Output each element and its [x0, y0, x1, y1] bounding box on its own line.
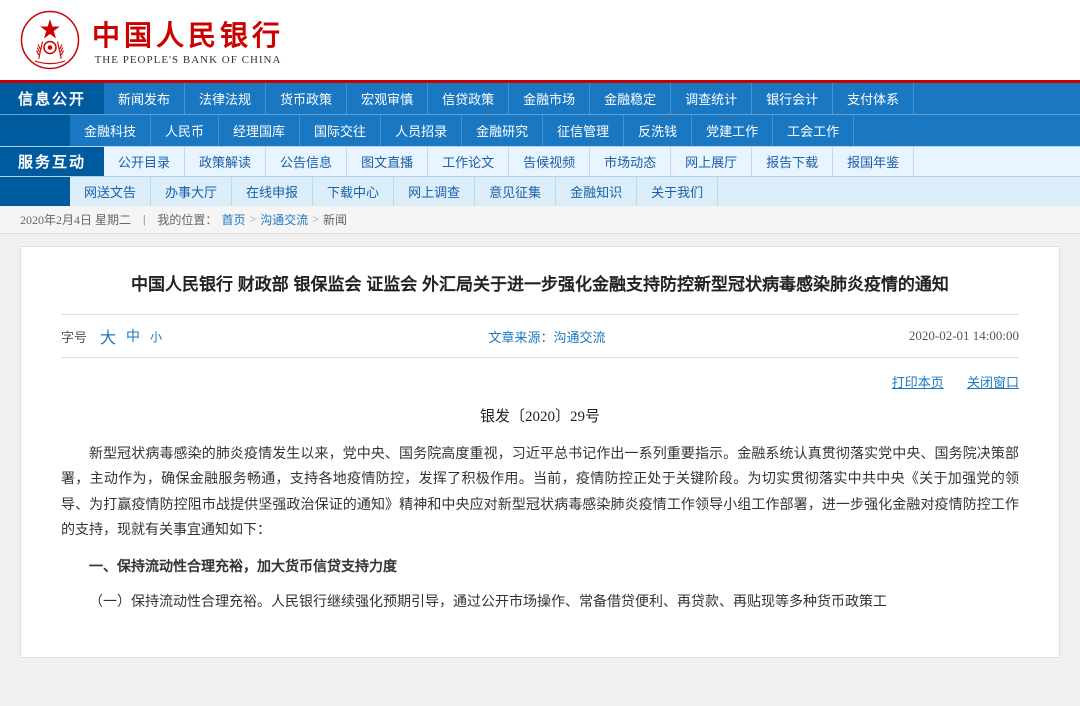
nav-row-1: 信息公开 新闻发布法律法规货币政策宏观审慎信贷政策金融市场金融稳定调查统计银行会…	[0, 83, 1080, 114]
breadcrumb-date: 2020年2月4日 星期二	[20, 211, 131, 228]
breadcrumb-divider: |	[143, 212, 145, 227]
nav-items-row2: 金融科技人民币经理国库国际交往人员招录金融研究征信管理反洗钱党建工作工会工作	[70, 115, 1080, 146]
service-item-4[interactable]: 工作论文	[428, 147, 509, 176]
service-item-r2-2[interactable]: 在线申报	[232, 177, 313, 206]
article-meta: 字号 大 中 小 文章来源：沟通交流 2020-02-01 14:00:00	[61, 314, 1019, 358]
source-value: 沟通交流	[553, 330, 605, 345]
service-item-2[interactable]: 公告信息	[266, 147, 347, 176]
breadcrumb-sep1: >	[249, 212, 256, 227]
breadcrumb-sep2: >	[312, 212, 319, 227]
article-body: 新型冠状病毒感染的肺炎疫情发生以来，党中央、国务院高度重视，习近平总书记作出一系…	[61, 442, 1019, 615]
pboc-emblem	[20, 10, 80, 70]
nav-item-r2-8[interactable]: 党建工作	[692, 115, 773, 146]
service-item-6[interactable]: 市场动态	[590, 147, 671, 176]
nav-item-1[interactable]: 法律法规	[185, 83, 266, 114]
service-item-r2-5[interactable]: 意见征集	[475, 177, 556, 206]
nav-item-r2-9[interactable]: 工会工作	[773, 115, 854, 146]
nav-item-7[interactable]: 调查统计	[671, 83, 752, 114]
service-items-row1: 公开目录政策解读公告信息图文直播工作论文告候视频市场动态网上展厅报告下载报国年鉴	[104, 147, 1080, 176]
service-items-row2: 网送文告办事大厅在线申报下载中心网上调查意见征集金融知识关于我们	[70, 177, 1080, 206]
service-item-5[interactable]: 告候视频	[509, 147, 590, 176]
logo-english: THE PEOPLE'S BANK OF CHINA	[95, 54, 282, 66]
article-content: 中国人民银行 财政部 银保监会 证监会 外汇局关于进一步强化金融支持防控新型冠状…	[20, 246, 1060, 658]
article-title: 中国人民银行 财政部 银保监会 证监会 外汇局关于进一步强化金融支持防控新型冠状…	[61, 271, 1019, 298]
service-item-r2-7[interactable]: 关于我们	[637, 177, 718, 206]
breadcrumb-current: 新闻	[323, 211, 347, 228]
nav-item-r2-3[interactable]: 国际交往	[300, 115, 381, 146]
nav-item-9[interactable]: 支付体系	[833, 83, 914, 114]
article-para2: （一）保持流动性合理充裕。人民银行继续强化预期引导，通过公开市场操作、常备借贷便…	[61, 590, 1019, 615]
nav-item-r2-1[interactable]: 人民币	[151, 115, 219, 146]
service-item-r2-0[interactable]: 网送文告	[70, 177, 151, 206]
nav-item-6[interactable]: 金融稳定	[590, 83, 671, 114]
nav-item-8[interactable]: 银行会计	[752, 83, 833, 114]
close-link[interactable]: 关闭窗口	[967, 375, 1019, 390]
nav-item-r2-2[interactable]: 经理国库	[219, 115, 300, 146]
nav-item-r2-7[interactable]: 反洗钱	[624, 115, 692, 146]
nav-item-4[interactable]: 信贷政策	[428, 83, 509, 114]
service-item-1[interactable]: 政策解读	[185, 147, 266, 176]
nav-item-0[interactable]: 新闻发布	[104, 83, 185, 114]
section1-heading: 一、保持流动性合理充裕，加大货币信贷支持力度	[61, 555, 1019, 580]
nav-item-r2-4[interactable]: 人员招录	[381, 115, 462, 146]
service-item-r2-1[interactable]: 办事大厅	[151, 177, 232, 206]
breadcrumb-section[interactable]: 沟通交流	[260, 211, 308, 228]
main-nav: 信息公开 新闻发布法律法规货币政策宏观审慎信贷政策金融市场金融稳定调查统计银行会…	[0, 83, 1080, 146]
logo-chinese: 中国人民银行	[92, 14, 284, 54]
service-item-8[interactable]: 报告下载	[752, 147, 833, 176]
print-link[interactable]: 打印本页	[892, 375, 944, 390]
nav-items-row1: 新闻发布法律法规货币政策宏观审慎信贷政策金融市场金融稳定调查统计银行会计支付体系	[104, 83, 1080, 114]
service-row-1: 服务互动 公开目录政策解读公告信息图文直播工作论文告候视频市场动态网上展厅报告下…	[0, 146, 1080, 176]
breadcrumb-home[interactable]: 首页	[221, 211, 245, 228]
nav-section-1-label: 信息公开	[0, 83, 104, 114]
nav-item-r2-5[interactable]: 金融研究	[462, 115, 543, 146]
nav-item-r2-6[interactable]: 征信管理	[543, 115, 624, 146]
print-close-bar: 打印本页 关闭窗口	[61, 366, 1019, 397]
site-header: 中国人民银行 THE PEOPLE'S BANK OF CHINA	[0, 0, 1080, 83]
nav-item-r2-0[interactable]: 金融科技	[70, 115, 151, 146]
article-para1: 新型冠状病毒感染的肺炎疫情发生以来，党中央、国务院高度重视，习近平总书记作出一系…	[61, 442, 1019, 543]
breadcrumb-bar: 2020年2月4日 星期二 | 我的位置： 首页 > 沟通交流 > 新闻	[0, 206, 1080, 234]
font-medium-btn[interactable]: 中	[123, 325, 143, 347]
doc-number: 银发〔2020〕29号	[61, 405, 1019, 426]
service-item-r2-6[interactable]: 金融知识	[556, 177, 637, 206]
nav-item-5[interactable]: 金融市场	[509, 83, 590, 114]
service-section-label: 服务互动	[0, 147, 104, 176]
breadcrumb-location-label: 我的位置：	[157, 211, 217, 228]
font-size-controls: 字号 大 中 小	[61, 323, 165, 349]
service-item-9[interactable]: 报国年鉴	[833, 147, 914, 176]
source-label: 文章来源：	[488, 330, 553, 345]
service-item-7[interactable]: 网上展厅	[671, 147, 752, 176]
logo-text: 中国人民银行 THE PEOPLE'S BANK OF CHINA	[92, 14, 284, 66]
nav-item-3[interactable]: 宏观审慎	[347, 83, 428, 114]
nav-item-2[interactable]: 货币政策	[266, 83, 347, 114]
font-small-btn[interactable]: 小	[147, 327, 165, 346]
service-row-2: 网送文告办事大厅在线申报下载中心网上调查意见征集金融知识关于我们	[0, 176, 1080, 206]
article-date: 2020-02-01 14:00:00	[909, 328, 1019, 344]
service-item-r2-3[interactable]: 下载中心	[313, 177, 394, 206]
service-item-0[interactable]: 公开目录	[104, 147, 185, 176]
service-item-3[interactable]: 图文直播	[347, 147, 428, 176]
service-item-r2-4[interactable]: 网上调查	[394, 177, 475, 206]
font-large-btn[interactable]: 大	[97, 323, 119, 349]
font-label: 字号	[61, 327, 87, 346]
nav-row-2: 金融科技人民币经理国库国际交往人员招录金融研究征信管理反洗钱党建工作工会工作	[0, 114, 1080, 146]
article-source: 文章来源：沟通交流	[185, 327, 909, 346]
